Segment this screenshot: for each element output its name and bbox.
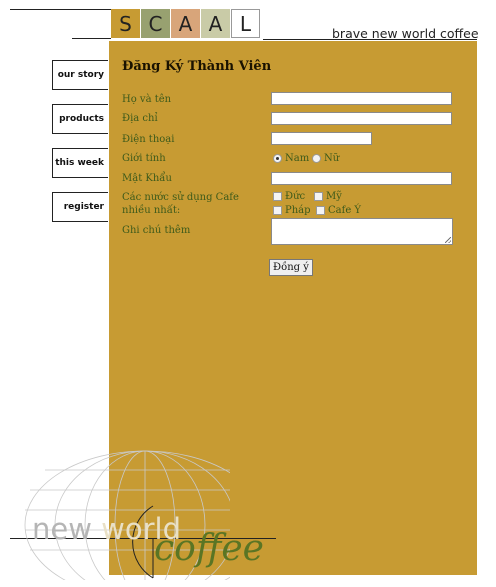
nav-products-button[interactable]: products xyxy=(52,104,108,134)
gender-male-label: Nam xyxy=(285,153,310,164)
country-italy-label: Cafe Ý xyxy=(328,205,362,216)
submit-button[interactable]: Đồng ý xyxy=(269,259,313,276)
logo-letter-a2: A xyxy=(201,9,231,38)
country-germany-option[interactable]: Đức xyxy=(273,191,305,202)
top-rule-left xyxy=(10,9,111,10)
top-rule-short xyxy=(72,38,111,39)
address-input[interactable] xyxy=(271,112,452,125)
phone-label: Điện thoại xyxy=(122,134,175,145)
nav-register-button[interactable]: register xyxy=(52,192,108,222)
country-italy-option[interactable]: Cafe Ý xyxy=(316,205,361,216)
country-france-label: Pháp xyxy=(285,205,311,216)
nav-our-story-button[interactable]: our story xyxy=(52,60,108,90)
country-usa-label: Mỹ xyxy=(326,191,342,202)
logo-letter-a1: A xyxy=(171,9,201,38)
gender-label: Giới tính xyxy=(122,153,166,164)
fullname-label: Họ và tên xyxy=(122,94,172,105)
gender-female-radio[interactable] xyxy=(312,154,321,163)
word-coffee: coffee xyxy=(154,528,264,569)
country-usa-option[interactable]: Mỹ xyxy=(314,191,342,202)
country-germany-label: Đức xyxy=(285,191,306,202)
country-france-option[interactable]: Pháp xyxy=(273,205,311,216)
gender-female-label: Nữ xyxy=(324,153,340,164)
word-new: new xyxy=(32,512,92,546)
top-rule-right xyxy=(263,39,477,40)
gender-female-option[interactable]: Nữ xyxy=(312,153,339,164)
countries-label: Các nước sử dụng Cafe nhiều nhất: xyxy=(122,192,239,216)
fullname-input[interactable] xyxy=(271,92,452,105)
password-input[interactable] xyxy=(271,172,452,185)
form-title: Đăng Ký Thành Viên xyxy=(122,59,272,74)
country-usa-checkbox[interactable] xyxy=(314,192,323,201)
notes-textarea[interactable] xyxy=(271,218,453,245)
scaal-logo: S C A A L xyxy=(111,9,260,38)
resize-grip-icon[interactable] xyxy=(445,237,451,243)
gender-male-option[interactable]: Nam xyxy=(273,153,309,164)
logo-letter-l: L xyxy=(231,9,260,38)
password-label: Mật Khẩu xyxy=(122,173,172,184)
phone-input[interactable] xyxy=(271,132,372,145)
address-label: Địa chỉ xyxy=(122,113,158,124)
logo-letter-c: C xyxy=(141,9,171,38)
country-germany-checkbox[interactable] xyxy=(273,192,282,201)
country-france-checkbox[interactable] xyxy=(273,206,282,215)
notes-label: Ghi chú thêm xyxy=(122,225,191,236)
gender-male-radio[interactable] xyxy=(273,154,282,163)
logo-letter-s: S xyxy=(111,9,141,38)
nav-this-week-button[interactable]: this week xyxy=(52,148,108,178)
country-italy-checkbox[interactable] xyxy=(316,206,325,215)
